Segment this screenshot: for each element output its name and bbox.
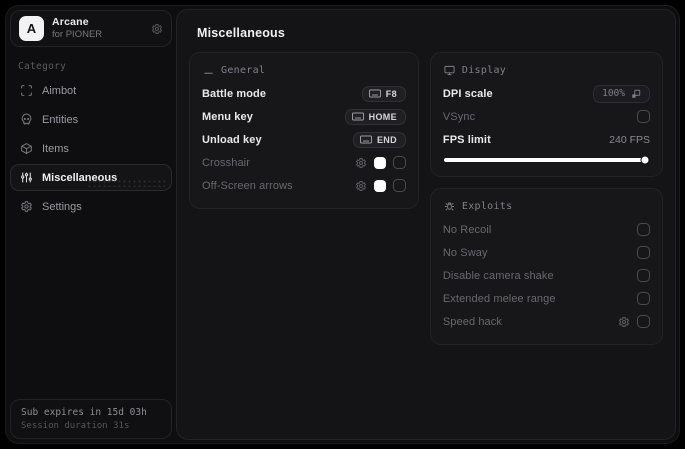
no-sway-checkbox[interactable] [637,246,650,259]
setting-row-unload-key: Unload key END [202,128,406,151]
card-general: General Battle mode F8 Menu key HOME Unl… [189,52,419,209]
monitor-icon [444,65,455,76]
setting-row-battle-mode: Battle mode F8 [202,82,406,105]
card-title: General [221,65,266,76]
card-title: Exploits [461,201,513,212]
keyboard-icon [359,135,372,144]
dpi-scale-value: 100% [602,88,625,99]
scale-icon [631,89,641,99]
keybind-button-battle-mode[interactable]: F8 [361,85,406,102]
dpi-scale-select[interactable]: 100% [593,84,650,103]
sidebar-item-settings[interactable]: Settings [10,193,172,220]
setting-label: Unload key [202,133,262,146]
setting-label: Extended melee range [442,292,556,305]
setting-label: VSync [442,110,476,123]
setting-row-extended-melee-range: Extended melee range [443,287,650,310]
crosshair-checkbox[interactable] [392,156,406,169]
sidebar-item-label: Items [42,142,69,155]
crosshair-color-swatch[interactable] [373,156,386,169]
active-item-texture [87,179,165,187]
card-title: Display [461,65,507,76]
setting-label: Crosshair [202,156,250,169]
speed-hack-config-gear-icon[interactable] [618,316,630,328]
setting-row-disable-camera-shake: Disable camera shake [443,264,650,287]
setting-row-fps-limit: FPS limit 240 FPS [443,128,650,151]
keyboard-icon [351,112,364,121]
sidebar-item-items[interactable]: Items [10,135,172,162]
card-display: Display DPI scale 100% VSync FPS limit 2… [429,52,663,177]
sidebar-item-entities[interactable]: Entities [10,106,172,133]
offscreen-arrows-checkbox[interactable] [392,179,406,192]
extended-melee-range-checkbox[interactable] [637,292,650,305]
keyboard-icon [368,89,381,98]
slider-knob[interactable] [641,156,649,164]
main-panel: Miscellaneous General Battle mode F8 Men… [176,9,676,440]
gear-icon [20,200,33,213]
package-icon [20,142,33,155]
sidebar-item-label: Settings [42,200,82,213]
speed-hack-checkbox[interactable] [637,315,650,328]
setting-label: No Recoil [442,223,492,236]
setting-row-offscreen-arrows: Off-Screen arrows [202,174,406,197]
keybind-button-unload-key[interactable]: END [352,131,406,148]
card-exploits: Exploits No Recoil No Sway Disable camer… [429,188,663,345]
keybind-button-menu-key[interactable]: HOME [344,108,406,125]
setting-label: Speed hack [442,315,502,328]
setting-label: FPS limit [442,133,491,146]
grid-icon [203,65,214,76]
page-title: Miscellaneous [197,26,286,40]
bug-icon [444,201,455,212]
disable-camera-shake-checkbox[interactable] [637,269,650,282]
fps-limit-value: 240 FPS [609,133,650,146]
skull-icon [20,113,33,126]
offscreen-arrows-color-swatch[interactable] [373,179,386,192]
app-logo: A [19,16,44,41]
setting-label: Disable camera shake [442,269,554,282]
vsync-checkbox[interactable] [637,110,650,123]
setting-row-menu-key: Menu key HOME [202,105,406,128]
fps-limit-slider[interactable] [443,156,649,164]
sub-expires-text: Sub expires in 15d 03h [21,407,147,418]
subscription-info-box: Sub expires in 15d 03h Session duration … [10,399,172,439]
setting-label: Menu key [202,110,253,123]
category-label: Category [18,61,67,72]
sidebar-item-aimbot[interactable]: Aimbot [10,77,172,104]
setting-row-crosshair: Crosshair [202,151,406,174]
setting-label: DPI scale [442,87,493,100]
sidebar-item-label: Entities [42,113,79,126]
logo-letter: A [26,21,37,36]
setting-row-vsync: VSync [443,105,650,128]
setting-label: Off-Screen arrows [202,179,293,192]
sidebar-item-miscellaneous[interactable]: Miscellaneous [10,164,172,191]
brand-settings-icon[interactable] [151,23,163,35]
offscreen-arrows-config-gear-icon[interactable] [355,180,367,192]
app-name: Arcane [52,16,89,28]
sliders-icon [20,171,33,184]
keybind-value: HOME [368,111,397,122]
slider-fill [443,158,645,162]
sidebar: A Arcane for PIONER Category Aimbot Enti… [6,6,176,443]
brand-box: A Arcane for PIONER [10,10,172,47]
app-subtitle: for PIONER [52,29,103,41]
setting-row-dpi-scale: DPI scale 100% [443,82,650,105]
setting-row-no-recoil: No Recoil [443,218,650,241]
app-window: A Arcane for PIONER Category Aimbot Enti… [5,5,680,444]
setting-row-speed-hack: Speed hack [443,310,650,333]
setting-label: No Sway [442,246,488,259]
scan-icon [20,84,33,97]
setting-row-no-sway: No Sway [443,241,650,264]
sidebar-item-label: Aimbot [42,84,77,97]
crosshair-config-gear-icon[interactable] [355,157,367,169]
setting-label: Battle mode [202,87,267,100]
keybind-value: F8 [385,88,397,99]
keybind-value: END [376,134,397,145]
session-duration-text: Session duration 31s [21,421,130,431]
no-recoil-checkbox[interactable] [637,223,650,236]
